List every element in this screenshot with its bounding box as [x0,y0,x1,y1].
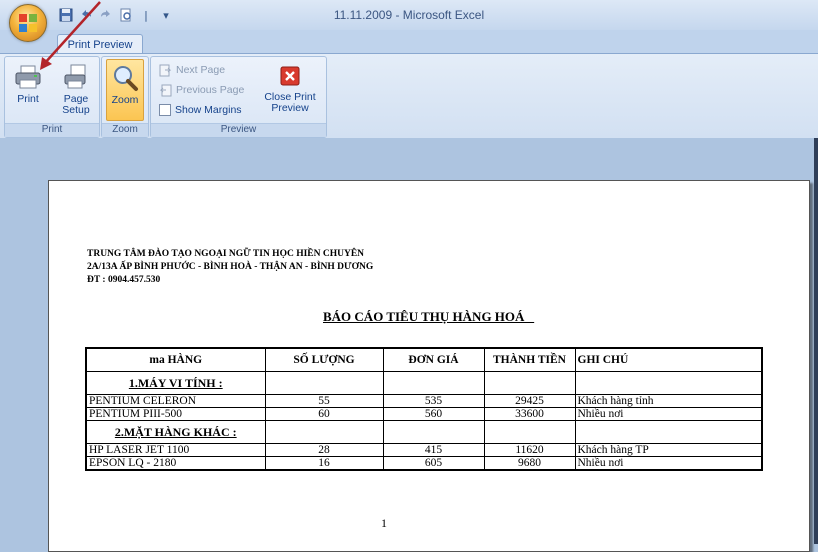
cell-unit-price: 535 [382,394,485,408]
printer-icon [15,65,41,89]
sales-table: ma HÀNG SỐ LƯỢNG ĐƠN GIÁ THÀNH TIỀN GHI … [85,347,763,471]
preview-page[interactable]: TRUNG TÂM ĐÀO TẠO NGOẠI NGỮ TIN HỌC HIỀN… [48,180,810,552]
group-title-other-goods: 2.MẶT HÀNG KHÁC : [85,420,266,444]
table-header-row: ma HÀNG SỐ LƯỢNG ĐƠN GIÁ THÀNH TIỀN GHI … [85,347,763,372]
group-label-print: Print [5,123,99,137]
document-header-line3: ĐT : 0904.457.530 [87,275,161,285]
table-row: PENTIUM PIII-500 60 560 33600 Nhiều nơi [85,407,763,421]
next-page-label: Next Page [176,64,226,76]
document-header-line2: 2A/13A ẤP BÌNH PHƯỚC - BÌNH HOÀ - THẬN A… [87,262,374,272]
col-header-note: GHI CHÚ [574,347,763,372]
cell-total: 9680 [483,456,576,471]
cell-note: Khách hàng tỉnh [574,394,763,408]
close-print-preview-button[interactable]: Close Print Preview [259,59,321,121]
close-preview-label-line2: Preview [271,102,309,114]
col-header-total: THÀNH TIỀN [483,347,576,372]
next-page-button[interactable]: Next Page [159,61,225,79]
cell-product: HP LASER JET 1100 [85,443,266,457]
cell-product: PENTIUM CELERON [85,394,266,408]
cell-total: 33600 [483,407,576,421]
title-bar: | ▾ 11.11.2009 - Microsoft Excel [0,0,818,30]
table-row: HP LASER JET 1100 28 415 11620 Khách hàn… [85,443,763,457]
zoom-button-label: Zoom [111,94,139,106]
close-icon [280,66,300,86]
page-setup-label-line2: Setup [62,104,90,116]
next-page-icon [159,64,172,76]
show-margins-checkbox[interactable]: Show Margins [159,101,242,119]
page-number: 1 [381,516,387,530]
ribbon-group-print: Print Page Setup Print [4,56,100,138]
report-title: BÁO CÁO TIÊU THỤ HÀNG HOÁ [323,309,535,324]
previous-page-label: Previous Page [176,84,245,96]
table-group-row: 1.MÁY VI TÍNH : [85,371,763,395]
previous-page-icon [159,84,172,96]
table-row: PENTIUM CELERON 55 535 29425 Khách hàng … [85,394,763,408]
cell-quantity: 16 [264,456,384,471]
cell-unit-price: 560 [382,407,485,421]
cell-quantity: 60 [264,407,384,421]
previous-page-button[interactable]: Previous Page [159,81,244,99]
window-frame-edge [814,138,818,544]
col-header-product: ma HÀNG [85,347,266,372]
office-logo-icon [19,14,37,32]
cell-note: Nhiều nơi [574,456,763,471]
office-button[interactable] [9,4,47,42]
document-header-line1: TRUNG TÂM ĐÀO TẠO NGOẠI NGỮ TIN HỌC HIỀN… [87,249,365,259]
cell-note: Khách hàng TP [574,443,763,457]
ribbon-group-zoom: Zoom Zoom [101,56,149,138]
cell-quantity: 28 [264,443,384,457]
print-button-label: Print [17,93,39,105]
cell-product: EPSON LQ - 2180 [85,456,266,471]
group-label-preview: Preview [151,123,326,137]
group-label-zoom: Zoom [102,123,148,137]
cell-note: Nhiều nơi [574,407,763,421]
show-margins-label: Show Margins [175,104,242,116]
cell-total: 29425 [483,394,576,408]
cell-unit-price: 415 [382,443,485,457]
table-row: EPSON LQ - 2180 16 605 9680 Nhiều nơi [85,456,763,471]
table-group-row: 2.MẶT HÀNG KHÁC : [85,420,763,444]
zoom-button[interactable]: Zoom [106,59,144,121]
window-title: 11.11.2009 - Microsoft Excel [333,8,485,22]
show-margins-checkbox-box [159,104,171,116]
cell-unit-price: 605 [382,456,485,471]
magnifier-icon [114,66,138,91]
cell-quantity: 55 [264,394,384,408]
cell-total: 11620 [483,443,576,457]
tab-print-preview[interactable]: Print Preview [57,34,143,55]
col-header-unit-price: ĐƠN GIÁ [382,347,485,372]
print-button[interactable]: Print [9,59,47,121]
ribbon: Print Page Setup Print Zoom Zoom Next Pa… [0,53,818,139]
print-preview-workspace[interactable]: TRUNG TÂM ĐÀO TẠO NGOẠI NGỮ TIN HỌC HIỀN… [0,138,818,552]
page-setup-icon [64,64,86,89]
cell-product: PENTIUM PIII-500 [85,407,266,421]
col-header-quantity: SỐ LƯỢNG [264,347,384,372]
page-setup-button[interactable]: Page Setup [55,59,97,121]
ribbon-tab-strip: Print Preview [0,30,818,55]
ribbon-group-preview: Next Page Previous Page Show Margins Clo… [150,56,327,138]
group-title-computers: 1.MÁY VI TÍNH : [85,371,266,395]
